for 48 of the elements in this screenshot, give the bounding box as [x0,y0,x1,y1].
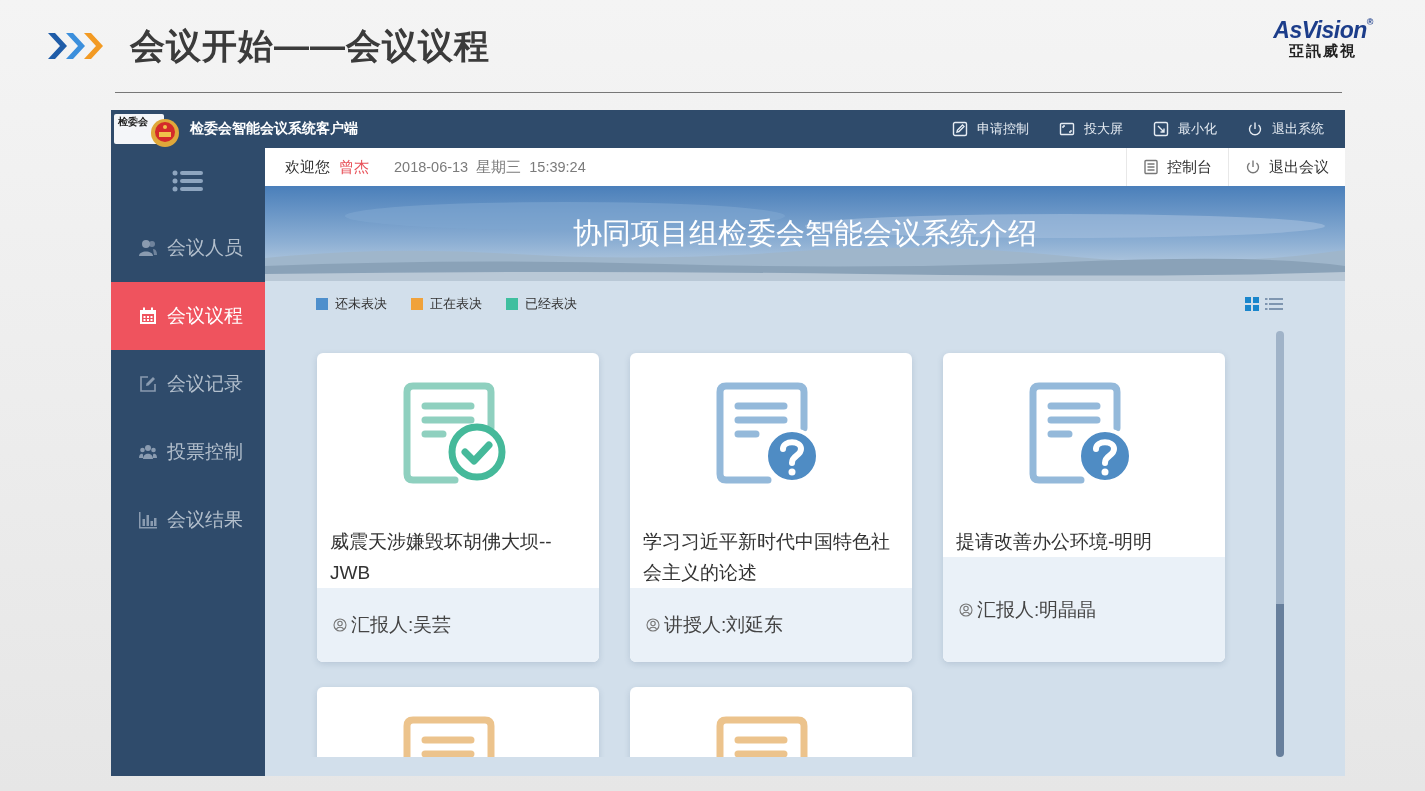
person-icon [333,618,347,632]
agenda-card[interactable]: 提请改善办公环境-明明 汇报人:明晶晶 [943,353,1225,662]
window-title: 检委会智能会议系统客户端 [190,120,358,138]
logo-subtitle: 亞訊威視 [1289,42,1358,61]
edit-icon [952,121,968,137]
person-icon [959,602,973,617]
grid-view-icon[interactable] [1245,297,1259,311]
agenda-title: 学习习近平新时代中国特色社会主义的论述 [642,530,891,585]
title-bar-button[interactable]: 退出系统 [1234,110,1337,148]
presenter-label: 汇报人:明晶晶 [977,597,1097,622]
scrollbar[interactable] [1276,331,1284,757]
agenda-card[interactable]: 威震天涉嫌毁坏胡佛大坝--JWB 汇报人:吴芸 [317,353,599,662]
edit-icon [137,374,158,394]
menu-icon[interactable] [172,170,204,192]
power-icon [1247,121,1263,137]
banner-title: 协同项目组检委会智能会议系统介绍 [573,216,1037,251]
group-icon [137,442,158,462]
emblem-icon [150,118,180,148]
title-bar-button[interactable]: 投大屏 [1046,110,1136,148]
user-name: 曾杰 [339,157,369,177]
title-bar-button[interactable]: 申请控制 [939,110,1042,148]
welcome-label: 欢迎您 [285,157,330,177]
agenda-card[interactable]: 学习习近平新时代中国特色社会主义的论述 讲授人:刘延东 [630,353,912,662]
minimize-icon [1153,121,1169,137]
calendar-icon [137,306,158,326]
list-view-icon[interactable] [1265,297,1283,311]
sidebar-item[interactable]: 会议记录 [111,350,265,418]
people-icon [137,238,158,258]
sidebar-item[interactable]: 会议人员 [111,214,265,282]
bar-chart-icon [137,510,158,530]
screen-icon [1059,121,1075,137]
person-icon [646,618,660,632]
console-icon [1143,159,1159,175]
agenda-title: 威震天涉嫌毁坏胡佛大坝--JWB [329,530,553,585]
sidebar-item[interactable]: 投票控制 [111,418,265,486]
legend-label: 已经表决 [525,295,577,313]
legend-label: 还未表决 [335,295,387,313]
sidebar-item[interactable]: 会议结果 [111,486,265,554]
power-icon [1245,159,1261,175]
title-bar-button[interactable]: 最小化 [1140,110,1230,148]
slide-title: 会议开始——会议议程 [130,24,490,67]
legend-label: 正在表决 [430,295,482,313]
presenter-label: 讲授人:刘延东 [664,613,784,637]
chevrons-icon [46,30,106,62]
presenter-label: 汇报人:吴芸 [351,613,452,637]
date-time: 2018-06-13 星期三 15:39:24 [394,157,586,177]
agenda-title: 提请改善办公环境-明明 [955,530,1154,554]
logo-wordmark: AsVision$^{®}$ [1273,17,1373,43]
